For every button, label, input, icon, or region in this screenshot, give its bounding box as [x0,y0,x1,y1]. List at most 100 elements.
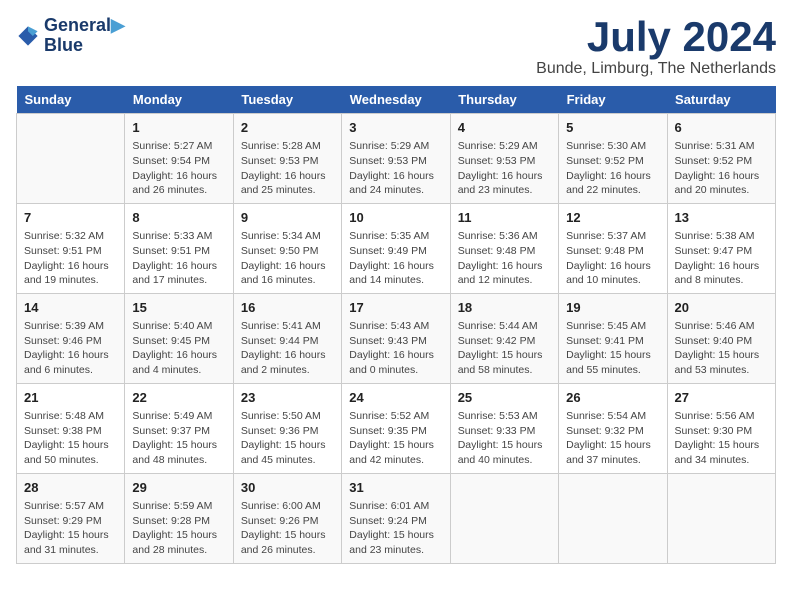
calendar-cell: 12 Sunrise: 5:37 AM Sunset: 9:48 PM Dayli… [559,203,667,293]
day-info: Sunrise: 5:56 AM Sunset: 9:30 PM Dayligh… [675,409,768,468]
day-header-wednesday: Wednesday [342,86,450,114]
day-number: 31 [349,479,442,497]
logo: General▶ Blue [16,16,125,56]
day-info: Sunrise: 5:57 AM Sunset: 9:29 PM Dayligh… [24,499,117,558]
day-info: Sunrise: 5:33 AM Sunset: 9:51 PM Dayligh… [132,229,225,288]
day-number: 26 [566,389,659,407]
day-info: Sunrise: 5:37 AM Sunset: 9:48 PM Dayligh… [566,229,659,288]
day-number: 12 [566,209,659,227]
calendar-cell: 8 Sunrise: 5:33 AM Sunset: 9:51 PM Daylig… [125,203,233,293]
day-info: Sunrise: 5:52 AM Sunset: 9:35 PM Dayligh… [349,409,442,468]
day-number: 2 [241,119,334,137]
day-number: 14 [24,299,117,317]
day-info: Sunrise: 5:30 AM Sunset: 9:52 PM Dayligh… [566,139,659,198]
day-header-sunday: Sunday [17,86,125,114]
day-number: 18 [458,299,551,317]
day-number: 4 [458,119,551,137]
day-info: Sunrise: 5:41 AM Sunset: 9:44 PM Dayligh… [241,319,334,378]
day-number: 7 [24,209,117,227]
day-info: Sunrise: 5:48 AM Sunset: 9:38 PM Dayligh… [24,409,117,468]
calendar-cell: 11 Sunrise: 5:36 AM Sunset: 9:48 PM Dayli… [450,203,558,293]
calendar-cell: 18 Sunrise: 5:44 AM Sunset: 9:42 PM Dayli… [450,293,558,383]
calendar-cell: 16 Sunrise: 5:41 AM Sunset: 9:44 PM Dayli… [233,293,341,383]
title-section: July 2024 Bunde, Limburg, The Netherland… [536,16,776,78]
calendar-cell [17,114,125,204]
calendar-cell [559,473,667,563]
calendar-cell: 17 Sunrise: 5:43 AM Sunset: 9:43 PM Dayli… [342,293,450,383]
day-number: 29 [132,479,225,497]
calendar-cell: 21 Sunrise: 5:48 AM Sunset: 9:38 PM Dayli… [17,383,125,473]
day-info: Sunrise: 5:31 AM Sunset: 9:52 PM Dayligh… [675,139,768,198]
day-info: Sunrise: 5:50 AM Sunset: 9:36 PM Dayligh… [241,409,334,468]
calendar-cell: 6 Sunrise: 5:31 AM Sunset: 9:52 PM Daylig… [667,114,775,204]
day-number: 21 [24,389,117,407]
day-number: 10 [349,209,442,227]
main-title: July 2024 [536,16,776,58]
subtitle: Bunde, Limburg, The Netherlands [536,60,776,78]
week-row-4: 21 Sunrise: 5:48 AM Sunset: 9:38 PM Dayli… [17,383,776,473]
calendar-cell: 19Sunrise: 5:45 AM Sunset: 9:41 PM Dayli… [559,293,667,383]
day-number: 19 [566,299,659,317]
day-info: Sunrise: 5:43 AM Sunset: 9:43 PM Dayligh… [349,319,442,378]
day-info: Sunrise: 5:46 AM Sunset: 9:40 PM Dayligh… [675,319,768,378]
day-number: 23 [241,389,334,407]
day-info: Sunrise: 6:00 AM Sunset: 9:26 PM Dayligh… [241,499,334,558]
calendar-cell: 30Sunrise: 6:00 AM Sunset: 9:26 PM Dayli… [233,473,341,563]
day-number: 11 [458,209,551,227]
calendar-cell: 20 Sunrise: 5:46 AM Sunset: 9:40 PM Dayli… [667,293,775,383]
day-header-saturday: Saturday [667,86,775,114]
day-info: Sunrise: 5:35 AM Sunset: 9:49 PM Dayligh… [349,229,442,288]
day-number: 5 [566,119,659,137]
day-number: 17 [349,299,442,317]
logo-icon [16,24,40,48]
calendar-cell: 4Sunrise: 5:29 AM Sunset: 9:53 PM Daylig… [450,114,558,204]
day-number: 20 [675,299,768,317]
day-number: 15 [132,299,225,317]
week-row-5: 28 Sunrise: 5:57 AM Sunset: 9:29 PM Dayli… [17,473,776,563]
day-info: Sunrise: 5:34 AM Sunset: 9:50 PM Dayligh… [241,229,334,288]
day-info: Sunrise: 5:38 AM Sunset: 9:47 PM Dayligh… [675,229,768,288]
day-info: Sunrise: 5:54 AM Sunset: 9:32 PM Dayligh… [566,409,659,468]
day-header-monday: Monday [125,86,233,114]
calendar-cell: 28 Sunrise: 5:57 AM Sunset: 9:29 PM Dayli… [17,473,125,563]
week-row-1: 1 Sunrise: 5:27 AM Sunset: 9:54 PM Daylig… [17,114,776,204]
day-number: 1 [132,119,225,137]
calendar-cell: 31 Sunrise: 6:01 AM Sunset: 9:24 PM Dayli… [342,473,450,563]
calendar-cell [667,473,775,563]
week-row-3: 14Sunrise: 5:39 AM Sunset: 9:46 PM Dayli… [17,293,776,383]
day-header-friday: Friday [559,86,667,114]
calendar-cell: 23 Sunrise: 5:50 AM Sunset: 9:36 PM Dayli… [233,383,341,473]
day-number: 27 [675,389,768,407]
day-number: 13 [675,209,768,227]
day-number: 8 [132,209,225,227]
day-number: 24 [349,389,442,407]
day-header-tuesday: Tuesday [233,86,341,114]
calendar-cell: 3 Sunrise: 5:29 AM Sunset: 9:53 PM Daylig… [342,114,450,204]
calendar-cell: 24 Sunrise: 5:52 AM Sunset: 9:35 PM Dayli… [342,383,450,473]
calendar-cell: 25 Sunrise: 5:53 AM Sunset: 9:33 PM Dayli… [450,383,558,473]
day-number: 25 [458,389,551,407]
calendar-cell: 10 Sunrise: 5:35 AM Sunset: 9:49 PM Dayli… [342,203,450,293]
calendar-cell: 2Sunrise: 5:28 AM Sunset: 9:53 PM Daylig… [233,114,341,204]
day-info: Sunrise: 5:29 AM Sunset: 9:53 PM Dayligh… [349,139,442,198]
header: General▶ Blue July 2024 Bunde, Limburg, … [16,16,776,78]
day-number: 3 [349,119,442,137]
day-info: Sunrise: 5:40 AM Sunset: 9:45 PM Dayligh… [132,319,225,378]
day-info: Sunrise: 5:27 AM Sunset: 9:54 PM Dayligh… [132,139,225,198]
calendar-cell: 1 Sunrise: 5:27 AM Sunset: 9:54 PM Daylig… [125,114,233,204]
calendar-cell: 27 Sunrise: 5:56 AM Sunset: 9:30 PM Dayli… [667,383,775,473]
day-info: Sunrise: 5:44 AM Sunset: 9:42 PM Dayligh… [458,319,551,378]
day-number: 16 [241,299,334,317]
day-number: 9 [241,209,334,227]
day-info: Sunrise: 5:53 AM Sunset: 9:33 PM Dayligh… [458,409,551,468]
calendar-cell: 15 Sunrise: 5:40 AM Sunset: 9:45 PM Dayli… [125,293,233,383]
day-number: 6 [675,119,768,137]
day-info: Sunrise: 5:36 AM Sunset: 9:48 PM Dayligh… [458,229,551,288]
calendar-cell: 26 Sunrise: 5:54 AM Sunset: 9:32 PM Dayli… [559,383,667,473]
calendar-cell: 13 Sunrise: 5:38 AM Sunset: 9:47 PM Dayli… [667,203,775,293]
calendar-cell: 22Sunrise: 5:49 AM Sunset: 9:37 PM Dayli… [125,383,233,473]
calendar-table: SundayMondayTuesdayWednesdayThursdayFrid… [16,86,776,564]
calendar-cell [450,473,558,563]
day-number: 28 [24,479,117,497]
day-info: Sunrise: 6:01 AM Sunset: 9:24 PM Dayligh… [349,499,442,558]
